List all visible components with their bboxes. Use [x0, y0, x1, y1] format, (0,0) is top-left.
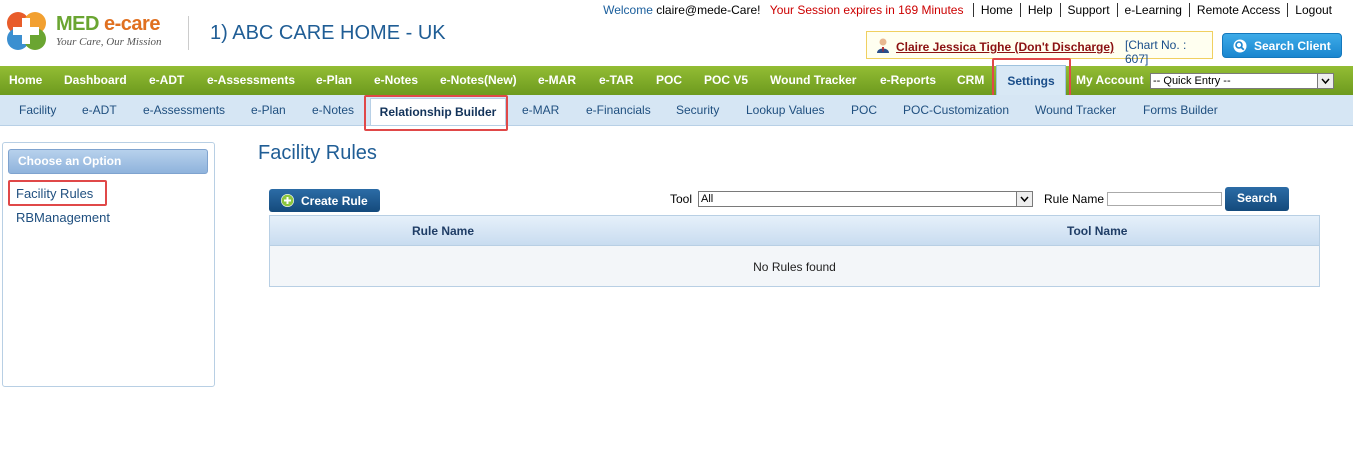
client-name-link[interactable]: Claire Jessica Tighe (Don't Discharge): [896, 40, 1114, 54]
subnav-relationship-builder[interactable]: Relationship Builder: [370, 98, 506, 125]
nav-e-plan[interactable]: e-Plan: [316, 66, 352, 95]
app-header: MED e-care Your Care, Our Mission 1) ABC…: [0, 0, 1353, 66]
page-title: Facility Rules: [258, 142, 377, 164]
subnav-e-mar[interactable]: e-MAR: [522, 95, 559, 125]
subnav-security[interactable]: Security: [676, 95, 719, 125]
rules-table: Rule Name Tool Name No Rules found: [269, 215, 1320, 287]
subnav-wound-tracker[interactable]: Wound Tracker: [1035, 95, 1116, 125]
nav-e-adt[interactable]: e-ADT: [149, 66, 184, 95]
plus-circle-icon: [281, 194, 294, 207]
table-header: Rule Name Tool Name: [270, 216, 1319, 246]
nav-crm[interactable]: CRM: [957, 66, 984, 95]
tool-select[interactable]: All: [698, 191, 1033, 207]
nav-home[interactable]: Home: [9, 66, 42, 95]
top-link-support[interactable]: Support: [1059, 3, 1117, 17]
option-facility-rules[interactable]: Facility Rules: [16, 186, 93, 201]
top-link-elearning[interactable]: e-Learning: [1116, 3, 1189, 17]
rule-name-label: Rule Name: [1044, 192, 1105, 206]
chevron-down-icon: [1317, 74, 1333, 88]
table-body: No Rules found: [270, 246, 1319, 286]
subnav-e-plan[interactable]: e-Plan: [251, 95, 286, 125]
search-client-button[interactable]: Search Client: [1222, 33, 1342, 58]
nav-wound-tracker[interactable]: Wound Tracker: [770, 66, 856, 95]
left-options-panel: Choose an Option Facility Rules RBManage…: [2, 142, 215, 387]
quick-entry-select[interactable]: -- Quick Entry --: [1150, 73, 1334, 89]
current-client-box: Claire Jessica Tighe (Don't Discharge) […: [866, 31, 1213, 66]
brand-tagline: Your Care, Our Mission: [56, 36, 162, 48]
brand-name: MED e-care: [56, 13, 160, 35]
search-icon: [1233, 39, 1247, 53]
chevron-down-icon: [1016, 192, 1032, 206]
top-link-home[interactable]: Home: [972, 3, 1020, 17]
nav-poc[interactable]: POC: [656, 66, 682, 95]
top-link-remote-access[interactable]: Remote Access: [1188, 3, 1288, 17]
nav-e-reports[interactable]: e-Reports: [880, 66, 936, 95]
subnav-e-assessments[interactable]: e-Assessments: [143, 95, 225, 125]
nav-settings[interactable]: Settings: [996, 65, 1066, 96]
nav-dashboard[interactable]: Dashboard: [64, 66, 127, 95]
option-rbmanagement[interactable]: RBManagement: [16, 210, 110, 225]
subnav-poc-customization[interactable]: POC-Customization: [903, 95, 1009, 125]
nav-e-tar[interactable]: e-TAR: [599, 66, 633, 95]
session-expiry: Your Session expires in 169 Minutes: [769, 3, 964, 17]
column-rule-name[interactable]: Rule Name: [412, 224, 474, 238]
med-ecare-logo-icon: [7, 12, 46, 50]
chart-number: [Chart No. : 607]: [1125, 38, 1187, 66]
rule-name-input[interactable]: [1107, 192, 1222, 206]
subnav-e-adt[interactable]: e-ADT: [82, 95, 117, 125]
subnav-e-notes[interactable]: e-Notes: [312, 95, 354, 125]
top-link-help[interactable]: Help: [1019, 3, 1060, 17]
main-nav: Home Dashboard e-ADT e-Assessments e-Pla…: [0, 65, 1353, 96]
nav-poc-v5[interactable]: POC V5: [704, 66, 748, 95]
user-name: claire@mede-Care!: [656, 3, 761, 17]
column-tool-name[interactable]: Tool Name: [1067, 224, 1127, 238]
nav-e-notes[interactable]: e-Notes: [374, 66, 418, 95]
header-divider: [188, 16, 189, 50]
nav-e-assessments[interactable]: e-Assessments: [207, 66, 295, 95]
subnav-e-financials[interactable]: e-Financials: [586, 95, 651, 125]
nav-e-notes-new[interactable]: e-Notes(New): [440, 66, 517, 95]
subnav-forms-builder[interactable]: Forms Builder: [1143, 95, 1218, 125]
subnav-facility[interactable]: Facility: [19, 95, 56, 125]
brand: MED e-care Your Care, Our Mission: [56, 13, 162, 48]
nav-e-mar[interactable]: e-MAR: [538, 66, 576, 95]
nav-my-account[interactable]: My Account: [1076, 66, 1144, 95]
empty-message: No Rules found: [753, 260, 836, 274]
create-rule-button[interactable]: Create Rule: [269, 189, 380, 212]
search-button[interactable]: Search: [1225, 187, 1289, 211]
sub-nav: Facility e-ADT e-Assessments e-Plan e-No…: [0, 95, 1353, 126]
tool-label: Tool: [670, 192, 693, 206]
top-links: Welcome claire@mede-Care! Your Session e…: [603, 3, 1339, 17]
welcome-label: Welcome: [603, 3, 653, 17]
facility-name: 1) ABC CARE HOME - UK: [210, 22, 446, 44]
person-icon: [877, 38, 889, 53]
subnav-lookup-values[interactable]: Lookup Values: [746, 95, 825, 125]
subnav-poc[interactable]: POC: [851, 95, 877, 125]
choose-option-header: Choose an Option: [8, 149, 208, 174]
top-link-logout[interactable]: Logout: [1287, 3, 1339, 17]
